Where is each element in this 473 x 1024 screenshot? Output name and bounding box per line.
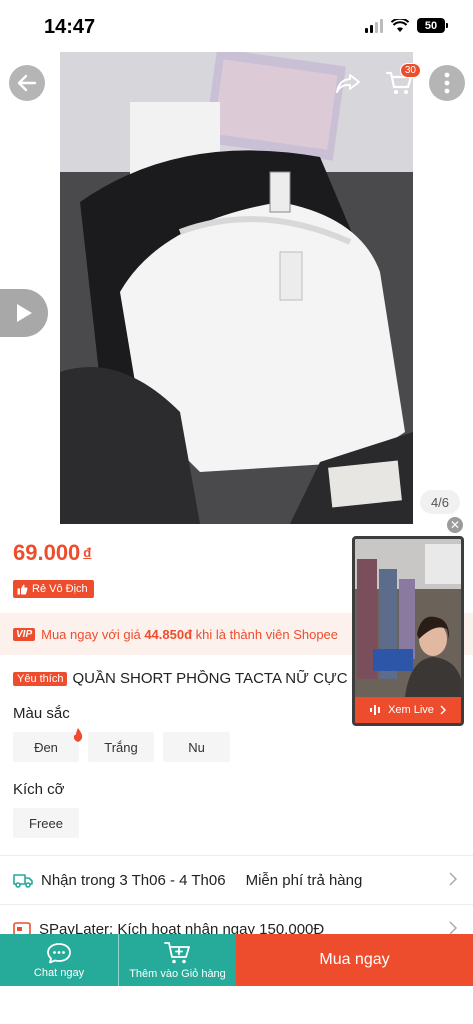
cheap-badge: Rẻ Vô Địch bbox=[13, 580, 94, 598]
arrow-left-icon bbox=[17, 74, 37, 92]
watch-live-button[interactable]: Xem Live bbox=[355, 697, 461, 723]
chevron-right-icon bbox=[449, 921, 457, 935]
share-icon bbox=[336, 74, 360, 93]
chat-label: Chat ngay bbox=[33, 966, 85, 979]
returns-text: Miễn phí trả hàng bbox=[245, 871, 363, 889]
shipping-row[interactable]: Nhận trong 3 Th06 - 4 Th06 Miễn phí trả … bbox=[0, 856, 473, 904]
truck-icon bbox=[13, 874, 33, 888]
more-button[interactable] bbox=[429, 65, 465, 101]
live-video bbox=[355, 539, 461, 697]
bottom-action-bar: Chat ngay Thêm vào Giỏ hàng Mua ngay bbox=[0, 934, 473, 986]
vip-price: 44.850đ bbox=[144, 626, 193, 642]
color-option-nu[interactable]: Nu bbox=[163, 732, 230, 762]
status-time: 14:47 bbox=[44, 16, 96, 38]
add-cart-icon bbox=[163, 941, 190, 963]
product-price: 69.000 đ bbox=[13, 540, 91, 566]
price-value: 69.000 bbox=[13, 540, 81, 565]
add-to-cart-button[interactable]: Thêm vào Giỏ hàng bbox=[118, 934, 236, 986]
back-button[interactable] bbox=[9, 65, 45, 101]
price-currency: đ bbox=[83, 545, 92, 560]
battery-icon: 50 bbox=[417, 18, 448, 33]
more-icon bbox=[444, 72, 450, 94]
close-icon: ✕ bbox=[449, 518, 461, 532]
page-indicator: 4/6 bbox=[420, 490, 460, 514]
vip-tag: VIP bbox=[13, 627, 36, 641]
live-preview[interactable]: Xem Live bbox=[352, 536, 464, 726]
fire-icon bbox=[73, 728, 83, 742]
cheap-badge-label: Rẻ Vô Địch bbox=[32, 583, 88, 595]
wifi-icon bbox=[391, 18, 409, 32]
play-video-button[interactable] bbox=[0, 289, 48, 337]
color-label: Màu sắc bbox=[13, 705, 70, 722]
play-icon bbox=[17, 304, 32, 322]
buy-now-button[interactable]: Mua ngay bbox=[236, 934, 473, 986]
favorite-tag: Yêu thích bbox=[13, 671, 68, 686]
size-label: Kích cỡ bbox=[13, 781, 65, 798]
product-gallery[interactable]: 30 4/6 bbox=[0, 52, 473, 524]
cart-button[interactable]: 30 bbox=[381, 63, 421, 101]
share-button[interactable] bbox=[330, 65, 366, 101]
chat-icon bbox=[47, 942, 71, 963]
color-option-white[interactable]: Trắng bbox=[88, 732, 154, 762]
status-icons: 50 bbox=[365, 18, 448, 33]
status-bar: 14:47 50 bbox=[0, 0, 473, 52]
product-title: QUẦN SHORT PHỒNG TACTA NỮ CỰC XINH bbox=[72, 670, 388, 687]
chevron-right-icon bbox=[440, 705, 446, 715]
cart-badge: 30 bbox=[399, 63, 421, 78]
size-option-free[interactable]: Freee bbox=[13, 808, 79, 838]
signal-icon bbox=[365, 18, 383, 33]
chevron-right-icon bbox=[449, 872, 457, 886]
delivery-text: Nhận trong 3 Th06 - 4 Th06 bbox=[41, 871, 226, 889]
thumbs-up-icon bbox=[17, 584, 28, 594]
live-close-button[interactable]: ✕ bbox=[446, 516, 464, 534]
product-photo[interactable] bbox=[60, 52, 413, 524]
chat-button[interactable]: Chat ngay bbox=[0, 934, 118, 986]
vip-text: Mua ngay với giá 44.850đ khi là thành vi… bbox=[41, 626, 339, 642]
live-bars-icon bbox=[370, 705, 381, 715]
color-option-black[interactable]: Đen bbox=[13, 732, 79, 762]
watch-live-label: Xem Live bbox=[388, 704, 434, 716]
add-to-cart-label: Thêm vào Giỏ hàng bbox=[129, 967, 226, 980]
